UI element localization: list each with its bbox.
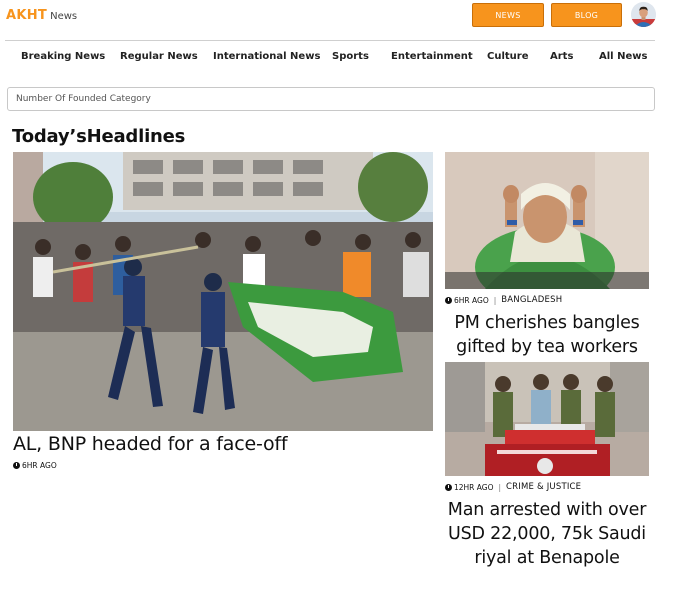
logo-sub-text: News: [50, 11, 78, 22]
section-title: Today’sHeadlines: [12, 126, 186, 147]
nav-item-entertainment[interactable]: Entertainment: [391, 51, 473, 62]
clock-icon: [445, 296, 452, 304]
nav-item-sports[interactable]: Sports: [332, 51, 369, 62]
protest-photo-icon: [13, 152, 433, 431]
side-headline-image-2[interactable]: [445, 362, 649, 476]
headline-category[interactable]: CRIME & JUSTICE: [506, 482, 581, 492]
main-headline-title[interactable]: AL, BNP headed for a face-off: [13, 433, 288, 455]
side-headline-image-1[interactable]: [445, 152, 649, 289]
main-headline-image[interactable]: [13, 152, 433, 431]
avatar[interactable]: [631, 2, 656, 27]
header-divider: [5, 40, 655, 41]
site-logo[interactable]: AKHT News: [6, 8, 77, 23]
headline-time: 12HR AGO: [454, 482, 494, 492]
logo-main-text: AKHT: [6, 8, 48, 23]
nav-item-arts[interactable]: Arts: [550, 51, 573, 62]
headline-time: 6HR AGO: [22, 461, 57, 470]
arrest-photo-icon: [445, 362, 649, 476]
nav-item-breaking-news[interactable]: Breaking News: [21, 51, 105, 62]
category-search-input[interactable]: [7, 87, 655, 111]
meta-separator: |: [498, 482, 502, 492]
news-button[interactable]: NEWS: [472, 3, 544, 27]
nav-item-international-news[interactable]: International News: [213, 51, 320, 62]
side-headline-title-2[interactable]: Man arrested with over USD 22,000, 75k S…: [445, 498, 649, 570]
side-headline-title-1[interactable]: PM cherishes bangles gifted by tea worke…: [445, 311, 649, 359]
headline-category[interactable]: BANGLADESH: [501, 295, 562, 305]
user-avatar-icon: [631, 2, 656, 27]
main-headline-meta: 6HR AGO: [13, 461, 57, 470]
nav-item-all-news[interactable]: All News: [599, 51, 647, 62]
headline-time: 6HR AGO: [454, 295, 489, 305]
blog-button[interactable]: BLOG: [551, 3, 622, 27]
side-headline-meta-1: 6HR AGO | BANGLADESH: [445, 295, 562, 305]
category-nav: Breaking News Regular News International…: [5, 42, 655, 70]
top-bar: AKHT News NEWS BLOG: [0, 0, 678, 30]
nav-item-culture[interactable]: Culture: [487, 51, 529, 62]
nav-item-regular-news[interactable]: Regular News: [120, 51, 198, 62]
portrait-photo-icon: [445, 152, 649, 289]
meta-separator: |: [493, 295, 497, 305]
clock-icon: [13, 462, 20, 469]
side-headline-meta-2: 12HR AGO | CRIME & JUSTICE: [445, 482, 581, 492]
clock-icon: [445, 483, 452, 491]
